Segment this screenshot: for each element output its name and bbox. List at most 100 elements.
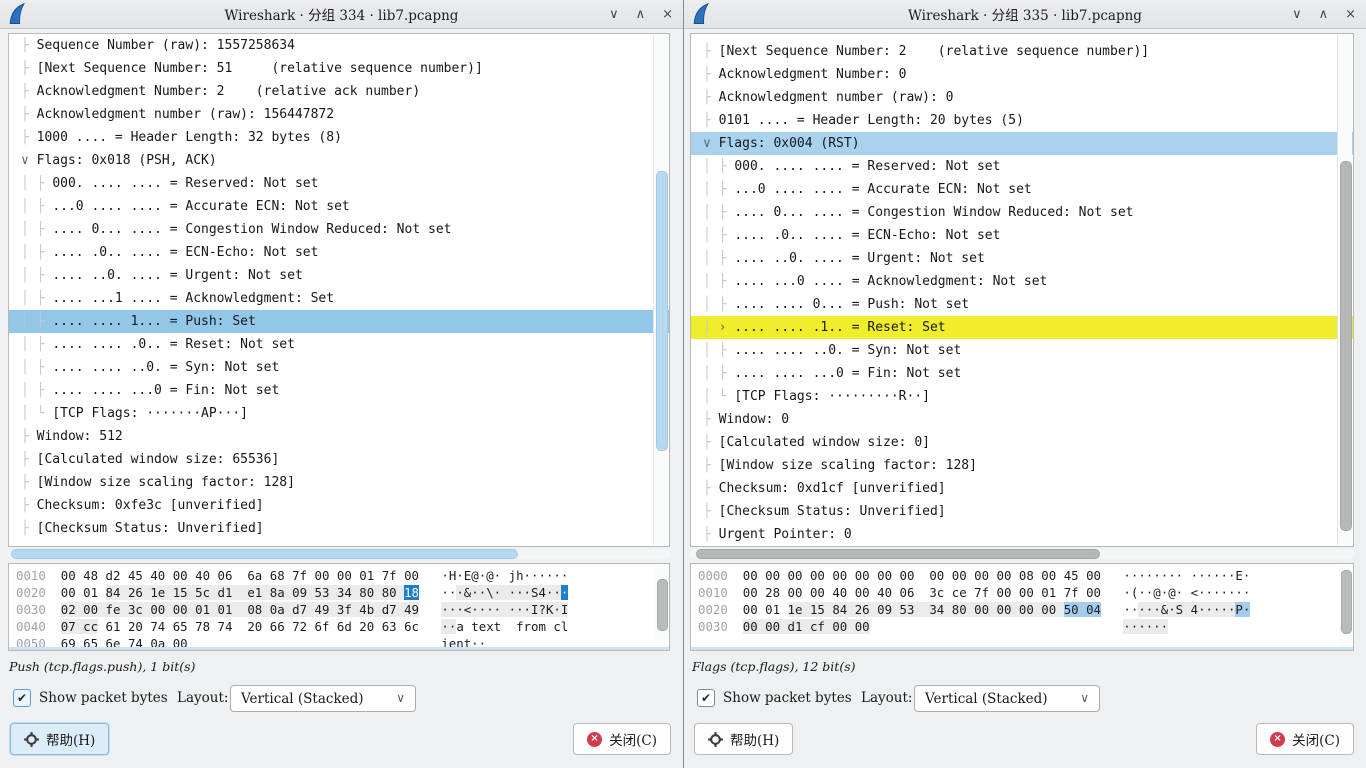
- tree-row[interactable]: ├ Window: 0: [691, 408, 1353, 431]
- maximize-window-icon[interactable]: ∧: [1319, 8, 1329, 21]
- tree-row[interactable]: ∨ Flags: 0x004 (RST): [691, 132, 1353, 155]
- hex-vertical-scrollbar-thumb[interactable]: [1341, 570, 1352, 634]
- hex-row[interactable]: 0040 07 cc 61 20 74 65 78 74 20 66 72 6f…: [16, 618, 669, 635]
- close-circle-icon: ×: [1270, 732, 1285, 747]
- close-window-icon[interactable]: ×: [662, 8, 673, 21]
- tree-row[interactable]: │ ├ .... .... 0... = Push: Not set: [691, 293, 1353, 316]
- field-info-text: Push (tcp.flags.push), 1 bit(s): [9, 659, 195, 674]
- tree-horizontal-scrollbar-thumb[interactable]: [696, 549, 1100, 559]
- chevron-down-icon: ∨: [396, 691, 405, 705]
- tree-row[interactable]: ├ Sequence Number (raw): 1557258634: [9, 34, 669, 57]
- packet-bytes-pane[interactable]: 0010 00 48 d2 45 40 00 40 06 6a 68 7f 00…: [8, 563, 670, 651]
- tree-row[interactable]: │ ├ .... ..0. .... = Urgent: Not set: [691, 247, 1353, 270]
- window-title: Wireshark · 分组 335 · lib7.pcapng: [684, 4, 1366, 24]
- hex-horizontal-scrollbar[interactable]: [9, 647, 669, 650]
- tree-row[interactable]: ├ [Window size scaling factor: 128]: [9, 471, 669, 494]
- tree-row[interactable]: │ ├ .... .... ...0 = Fin: Not set: [691, 362, 1353, 385]
- tree-row[interactable]: │ ├ .... .0.. .... = ECN-Echo: Not set: [9, 241, 669, 264]
- hex-row[interactable]: 0000 00 00 00 00 00 00 00 00 00 00 00 00…: [698, 567, 1353, 584]
- titlebar[interactable]: Wireshark · 分组 334 · lib7.pcapng ∨ ∧ ×: [0, 0, 683, 29]
- controls-row: ✔ Show packet bytes Layout: Vertical (St…: [684, 684, 1366, 714]
- tree-row[interactable]: │ ├ .... .0.. .... = ECN-Echo: Not set: [691, 224, 1353, 247]
- tree-row[interactable]: │ ├ .... .... ..0. = Syn: Not set: [691, 339, 1353, 362]
- tree-row[interactable]: ├ [Checksum Status: Unverified]: [691, 500, 1353, 523]
- tree-row[interactable]: ├ [Calculated window size: 65536]: [9, 448, 669, 471]
- hex-offset: 0030: [16, 602, 46, 617]
- packet-bytes-pane[interactable]: 0000 00 00 00 00 00 00 00 00 00 00 00 00…: [690, 563, 1354, 651]
- tree-row[interactable]: ├ 1000 .... = Header Length: 32 bytes (8…: [9, 126, 669, 149]
- tree-row[interactable]: ├ Checksum: 0xd1cf [unverified]: [691, 477, 1353, 500]
- tree-row[interactable]: │ › .... .... .1.. = Reset: Set: [691, 316, 1353, 339]
- show-packet-bytes-checkbox[interactable]: ✔: [13, 689, 31, 707]
- tree-row[interactable]: │ ├ .... .... 1... = Push: Set: [9, 310, 669, 333]
- layout-select-value: Vertical (Stacked): [241, 691, 364, 707]
- tree-row[interactable]: ├ Checksum: 0xfe3c [unverified]: [9, 494, 669, 517]
- tree-row[interactable]: ∨ Flags: 0x018 (PSH, ACK): [9, 149, 669, 172]
- layout-select[interactable]: Vertical (Stacked) ∨: [230, 685, 416, 712]
- layout-label: Layout:: [861, 690, 912, 706]
- hex-row[interactable]: 0020 00 01 1e 15 84 26 09 53 34 80 00 00…: [698, 601, 1353, 618]
- tree-row[interactable]: │ ├ .... ...1 .... = Acknowledgment: Set: [9, 287, 669, 310]
- chevron-down-icon: ∨: [1080, 691, 1089, 705]
- hex-offset: 0020: [698, 602, 728, 617]
- tree-row[interactable]: │ ├ .... .... ...0 = Fin: Not set: [9, 379, 669, 402]
- close-button[interactable]: × 关闭(C): [1256, 723, 1354, 755]
- tree-row[interactable]: ├ Acknowledgment Number: 2 (relative ack…: [9, 80, 669, 103]
- hex-row[interactable]: 0030 02 00 fe 3c 00 00 01 01 08 0a d7 49…: [16, 601, 669, 618]
- tree-row[interactable]: ├ Acknowledgment number (raw): 0: [691, 86, 1353, 109]
- hex-row[interactable]: 0010 00 28 00 00 40 00 40 06 3c ce 7f 00…: [698, 584, 1353, 601]
- show-packet-bytes-checkbox[interactable]: ✔: [697, 689, 715, 707]
- packet-detail-tree[interactable]: ├ [Next Sequence Number: 2 (relative seq…: [690, 33, 1354, 547]
- hex-row[interactable]: 0030 00 00 d1 cf 00 00 ······: [698, 618, 1353, 635]
- tree-row[interactable]: ├ 0101 .... = Header Length: 20 bytes (5…: [691, 109, 1353, 132]
- tree-row[interactable]: │ ├ .... ..0. .... = Urgent: Not set: [9, 264, 669, 287]
- titlebar[interactable]: Wireshark · 分组 335 · lib7.pcapng ∨ ∧ ×: [684, 0, 1366, 29]
- tree-row[interactable]: ├ [Next Sequence Number: 2 (relative seq…: [691, 40, 1353, 63]
- layout-select[interactable]: Vertical (Stacked) ∨: [914, 685, 1100, 712]
- tree-row[interactable]: │ ├ .... ...0 .... = Acknowledgment: Not…: [691, 270, 1353, 293]
- wireshark-packet-334-dialog: Wireshark · 分组 334 · lib7.pcapng ∨ ∧ × ├…: [0, 0, 683, 768]
- help-button[interactable]: 帮助(H): [694, 723, 793, 755]
- tree-horizontal-scrollbar-thumb[interactable]: [11, 549, 518, 559]
- tree-row[interactable]: │ ├ ...0 .... .... = Accurate ECN: Not s…: [9, 195, 669, 218]
- tree-row[interactable]: │ ├ 000. .... .... = Reserved: Not set: [691, 155, 1353, 178]
- close-window-icon[interactable]: ×: [1345, 8, 1356, 21]
- hex-offset: 0000: [698, 568, 728, 583]
- tree-row[interactable]: │ ├ .... 0... .... = Congestion Window R…: [9, 218, 669, 241]
- tree-row[interactable]: │ ├ .... 0... .... = Congestion Window R…: [691, 201, 1353, 224]
- shade-window-icon[interactable]: ∨: [1292, 8, 1302, 21]
- maximize-window-icon[interactable]: ∧: [636, 8, 646, 21]
- hex-row[interactable]: 0010 00 48 d2 45 40 00 40 06 6a 68 7f 00…: [16, 567, 669, 584]
- tree-row[interactable]: ├ [Next Sequence Number: 51 (relative se…: [9, 57, 669, 80]
- tree-row[interactable]: │ ├ .... .... ..0. = Syn: Not set: [9, 356, 669, 379]
- close-circle-icon: ×: [587, 732, 602, 747]
- tree-row[interactable]: ├ [Calculated window size: 0]: [691, 431, 1353, 454]
- controls-row: ✔ Show packet bytes Layout: Vertical (St…: [0, 684, 683, 714]
- tree-row[interactable]: ├ [Window size scaling factor: 128]: [691, 454, 1353, 477]
- tree-row[interactable]: │ └ [TCP Flags: ·········R··]: [691, 385, 1353, 408]
- tree-row[interactable]: ├ [Checksum Status: Unverified]: [9, 517, 669, 540]
- shade-window-icon[interactable]: ∨: [609, 8, 619, 21]
- hex-horizontal-scrollbar[interactable]: [691, 647, 1353, 650]
- hex-offset: 0010: [698, 585, 728, 600]
- tree-vertical-scrollbar-thumb[interactable]: [656, 171, 668, 451]
- help-button[interactable]: 帮助(H): [10, 723, 109, 755]
- close-button[interactable]: × 关闭(C): [573, 723, 671, 755]
- help-icon: [708, 732, 723, 747]
- tree-row[interactable]: │ ├ ...0 .... .... = Accurate ECN: Not s…: [691, 178, 1353, 201]
- tree-vertical-scrollbar-thumb[interactable]: [1340, 161, 1352, 531]
- hex-row[interactable]: 0020 00 01 84 26 1e 15 5c d1 e1 8a 09 53…: [16, 584, 669, 601]
- help-icon: [24, 732, 39, 747]
- hex-vertical-scrollbar-thumb[interactable]: [657, 579, 668, 631]
- desktop: Wireshark · 分组 334 · lib7.pcapng ∨ ∧ × ├…: [0, 0, 1366, 768]
- tree-row[interactable]: │ ├ .... .... .0.. = Reset: Not set: [9, 333, 669, 356]
- tree-row[interactable]: ├ Window: 512: [9, 425, 669, 448]
- tree-row[interactable]: │ └ [TCP Flags: ·······AP···]: [9, 402, 669, 425]
- packet-detail-tree[interactable]: ├ Sequence Number (raw): 1557258634├ [Ne…: [8, 33, 670, 547]
- tree-row[interactable]: ├ Acknowledgment number (raw): 156447872: [9, 103, 669, 126]
- close-button-label: 关闭(C): [609, 729, 657, 749]
- tree-row[interactable]: │ ├ 000. .... .... = Reserved: Not set: [9, 172, 669, 195]
- tree-row[interactable]: ├ Urgent Pointer: 0: [691, 523, 1353, 546]
- tree-row[interactable]: ├ Acknowledgment Number: 0: [691, 63, 1353, 86]
- hex-offset: 0030: [698, 619, 728, 634]
